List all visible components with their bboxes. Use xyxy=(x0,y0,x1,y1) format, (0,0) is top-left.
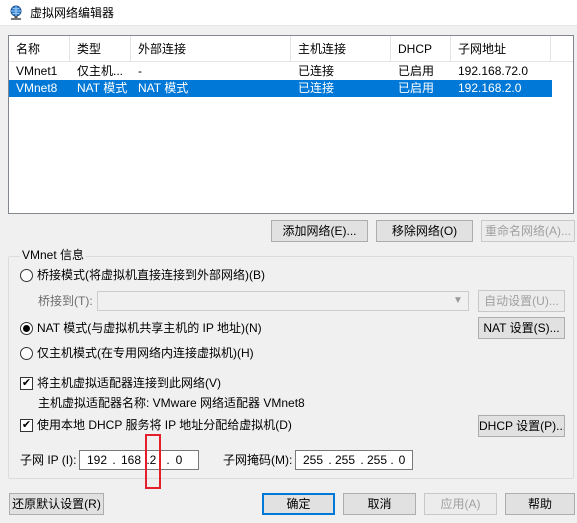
column-header-external[interactable]: 外部连接 xyxy=(131,36,291,62)
cell-type: 仅主机... xyxy=(77,64,124,78)
ip-octet[interactable]: 255 xyxy=(332,451,358,469)
bridge-to-label: 桥接到(T): xyxy=(38,294,93,308)
use-dhcp-label: 使用本地 DHCP 服务将 IP 地址分配给虚拟机(D) xyxy=(37,418,292,432)
restore-defaults-button[interactable]: 还原默认设置(R) xyxy=(9,493,104,515)
column-header-dhcp[interactable]: DHCP xyxy=(391,36,451,62)
table-row[interactable]: VMnet1 仅主机... - 已连接 已启用 192.168.72.0 xyxy=(9,63,552,80)
cell-host: 已连接 xyxy=(298,64,335,78)
cell-subnet: 192.168.2.0 xyxy=(458,81,522,95)
cancel-button[interactable]: 取消 xyxy=(343,493,416,515)
vmnet-info-title: VMnet 信息 xyxy=(20,248,87,262)
title-bar: 虚拟网络编辑器 xyxy=(0,0,577,26)
cell-dhcp: 已启用 xyxy=(398,81,435,95)
subnet-ip-label: 子网 IP (I): xyxy=(20,453,77,467)
connect-adapter-label: 将主机虚拟适配器连接到此网络(V) xyxy=(37,376,221,390)
cell-external: NAT 模式 xyxy=(138,81,189,95)
help-button[interactable]: 帮助 xyxy=(505,493,575,515)
rename-network-button[interactable]: 重命名网络(A)... xyxy=(481,220,575,242)
checkmark-icon[interactable]: ✔ xyxy=(20,418,33,432)
subnet-mask-label: 子网掩码(M): xyxy=(223,453,293,467)
radio-selected-icon[interactable] xyxy=(20,321,33,335)
window-title: 虚拟网络编辑器 xyxy=(30,6,115,20)
radio-circle-icon[interactable] xyxy=(20,346,33,360)
apply-button[interactable]: 应用(A) xyxy=(424,493,497,515)
nat-mode-radio[interactable]: NAT 模式(与虚拟机共享主机的 IP 地址)(N) xyxy=(20,320,262,336)
connect-adapter-checkbox[interactable]: ✔ 将主机虚拟适配器连接到此网络(V) xyxy=(20,375,221,391)
ip-octet[interactable]: 0 xyxy=(396,451,408,469)
remove-network-button[interactable]: 移除网络(O) xyxy=(376,220,473,242)
ok-button[interactable]: 确定 xyxy=(262,493,335,515)
virtual-network-editor-window: 虚拟网络编辑器 名称 类型 外部连接 主机连接 DHCP 子网地址 VMnet1… xyxy=(0,0,577,523)
list-header: 名称 类型 外部连接 主机连接 DHCP 子网地址 xyxy=(9,36,573,62)
auto-settings-button[interactable]: 自动设置(U)... xyxy=(478,290,565,312)
cell-name: VMnet1 xyxy=(16,64,58,78)
subnet-mask-input[interactable]: 255 . 255 . 255 . 0 xyxy=(295,450,413,470)
bridge-to-select[interactable]: ▼ xyxy=(97,291,469,311)
bridge-mode-radio[interactable]: 桥接模式(将虚拟机直接连接到外部网络)(B) xyxy=(20,267,265,283)
column-header-type[interactable]: 类型 xyxy=(70,36,131,62)
nat-settings-button[interactable]: NAT 设置(S)... xyxy=(478,317,565,339)
ip-octet[interactable]: 192 xyxy=(84,451,110,469)
column-header-host[interactable]: 主机连接 xyxy=(291,36,391,62)
ip-octet[interactable]: 168 xyxy=(118,451,144,469)
ip-octet[interactable]: 255 xyxy=(364,451,390,469)
column-header-name[interactable]: 名称 xyxy=(9,36,70,62)
dhcp-settings-button[interactable]: DHCP 设置(P)... xyxy=(478,415,565,437)
ip-octet[interactable]: 255 xyxy=(300,451,326,469)
chevron-down-icon[interactable]: ▼ xyxy=(452,295,464,307)
table-row[interactable]: VMnet8 NAT 模式 NAT 模式 已连接 已启用 192.168.2.0 xyxy=(9,80,552,97)
cell-subnet: 192.168.72.0 xyxy=(458,64,529,78)
bridge-mode-label: 桥接模式(将虚拟机直接连接到外部网络)(B) xyxy=(37,268,265,282)
add-network-button[interactable]: 添加网络(E)... xyxy=(271,220,368,242)
subnet-ip-input[interactable]: 192 . 168 . 2 . 0 xyxy=(79,450,199,470)
checkmark-icon[interactable]: ✔ xyxy=(20,376,33,390)
use-dhcp-checkbox[interactable]: ✔ 使用本地 DHCP 服务将 IP 地址分配给虚拟机(D) xyxy=(20,417,292,433)
radio-circle-icon[interactable] xyxy=(20,268,33,282)
ip-dot: . xyxy=(390,453,394,467)
network-list[interactable]: 名称 类型 外部连接 主机连接 DHCP 子网地址 VMnet1 仅主机... … xyxy=(8,35,574,214)
ip-dot: . xyxy=(112,453,116,467)
red-highlight-annotation xyxy=(145,434,161,489)
nat-mode-label: NAT 模式(与虚拟机共享主机的 IP 地址)(N) xyxy=(37,321,262,335)
cell-host: 已连接 xyxy=(298,81,335,95)
column-header-subnet[interactable]: 子网地址 xyxy=(451,36,551,62)
cell-name: VMnet8 xyxy=(16,81,58,95)
network-globe-icon xyxy=(8,5,24,21)
adapter-name-text: 主机虚拟适配器名称: VMware 网络适配器 VMnet8 xyxy=(38,396,305,410)
cell-dhcp: 已启用 xyxy=(398,64,435,78)
ip-octet[interactable]: 0 xyxy=(172,451,186,469)
host-only-mode-radio[interactable]: 仅主机模式(在专用网络内连接虚拟机)(H) xyxy=(20,345,254,361)
host-only-mode-label: 仅主机模式(在专用网络内连接虚拟机)(H) xyxy=(37,346,254,360)
cell-type: NAT 模式 xyxy=(77,81,128,95)
cell-external: - xyxy=(138,64,142,78)
ip-dot: . xyxy=(166,453,170,467)
